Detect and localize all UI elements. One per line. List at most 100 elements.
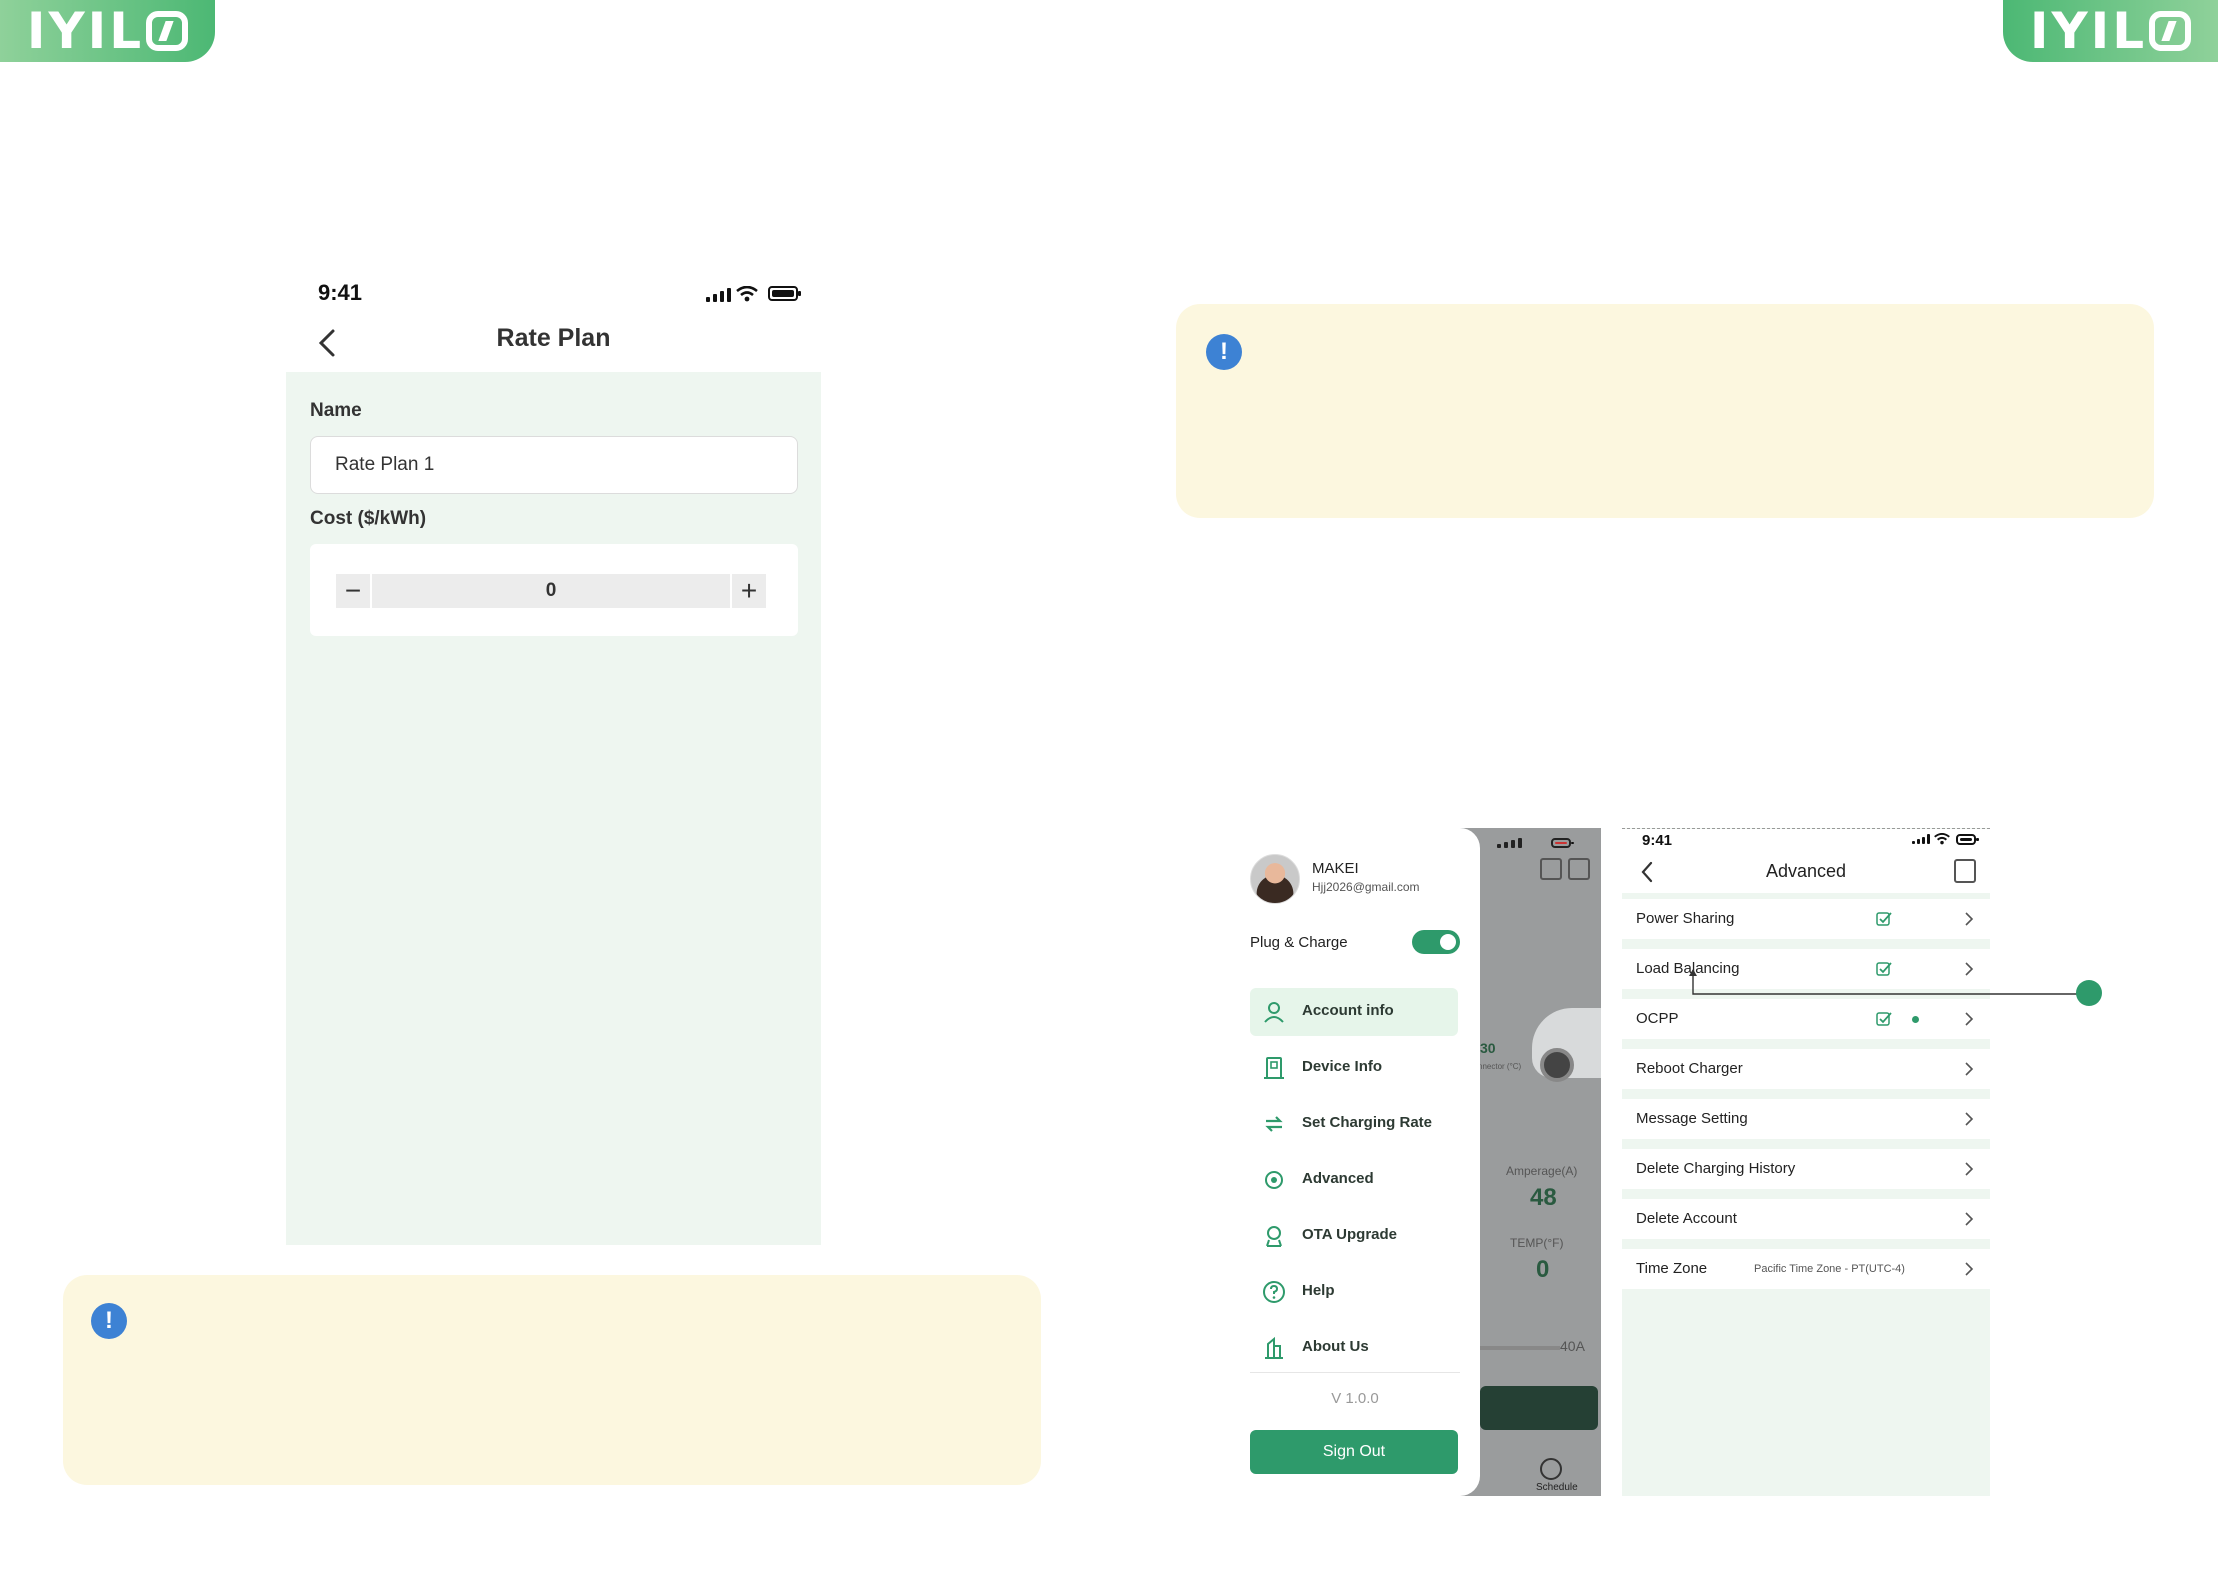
brand-logo-right: IYIL bbox=[2003, 0, 2218, 62]
cost-value[interactable]: 0 bbox=[374, 574, 728, 608]
adv-battery-icon bbox=[1956, 834, 1979, 845]
user-email: Hjj2026@gmail.com bbox=[1312, 880, 1420, 894]
plug-charge-toggle[interactable] bbox=[1412, 930, 1460, 954]
settings-row-label: Time Zone bbox=[1636, 1260, 1708, 1277]
menu-item-label: Account info bbox=[1302, 1002, 1394, 1019]
avatar[interactable] bbox=[1250, 854, 1300, 904]
rate-plan-form: Name Rate Plan 1 Cost ($/kWh) − 0 + bbox=[286, 372, 821, 1245]
settings-row-value: Pacific Time Zone - PT(UTC-4) bbox=[1754, 1263, 1905, 1275]
menu-item-device-info[interactable]: Device Info bbox=[1250, 1044, 1458, 1092]
exchange-icon bbox=[1265, 1116, 1283, 1132]
settings-row-label: Power Sharing bbox=[1636, 910, 1735, 927]
rate-plan-screen: 9:41 Rate Plan Name Rate Plan 1 Cost ($/… bbox=[286, 270, 821, 1245]
bg-signal-icon bbox=[1497, 838, 1522, 848]
settings-row-label: OCPP bbox=[1636, 1010, 1679, 1027]
increase-button[interactable]: + bbox=[730, 574, 766, 608]
charger-icon bbox=[1264, 1057, 1284, 1079]
decrease-button[interactable]: − bbox=[336, 574, 372, 608]
name-label: Name bbox=[310, 400, 362, 421]
user-name: MAKEI bbox=[1312, 860, 1359, 877]
settings-row-label: Reboot Charger bbox=[1636, 1060, 1743, 1077]
menu-item-label: Help bbox=[1302, 1282, 1335, 1299]
adv-wifi-icon bbox=[1934, 833, 1950, 845]
page-title: Rate Plan bbox=[496, 324, 611, 352]
logo-text-right: IYIL bbox=[2029, 2, 2148, 60]
app-version: V 1.0.0 bbox=[1331, 1390, 1379, 1407]
amperage-label: Amperage(A) bbox=[1506, 1164, 1578, 1178]
chevron-right-icon bbox=[1965, 1112, 1974, 1126]
device-icon[interactable] bbox=[1954, 859, 1976, 883]
menu-item-label: Set Charging Rate bbox=[1302, 1114, 1433, 1131]
settings-row[interactable]: Delete Charging History bbox=[1622, 1149, 1990, 1189]
menu-item-label: Advanced bbox=[1302, 1170, 1374, 1187]
menu-item-advanced[interactable]: Advanced bbox=[1250, 1156, 1458, 1204]
menu-item-account-info[interactable]: Account info bbox=[1250, 988, 1458, 1036]
note-box-left: ! bbox=[63, 1275, 1041, 1485]
info-icon-right: ! bbox=[1206, 334, 1242, 370]
temp-value: 0 bbox=[1536, 1256, 1550, 1283]
menu-item-label: OTA Upgrade bbox=[1302, 1226, 1398, 1243]
logo-bolt-icon bbox=[146, 11, 189, 51]
status-time: 9:41 bbox=[318, 280, 363, 305]
adv-status-time: 9:41 bbox=[1642, 832, 1673, 849]
help-icon bbox=[1263, 1281, 1285, 1303]
chevron-right-icon bbox=[1965, 1262, 1974, 1276]
adv-page-title: Advanced bbox=[1765, 861, 1847, 881]
menu-item-label: Device Info bbox=[1302, 1058, 1383, 1075]
bg-action-bar bbox=[1480, 1386, 1598, 1430]
upgrade-icon bbox=[1266, 1226, 1282, 1247]
cost-stepper: − 0 + bbox=[336, 574, 766, 608]
advanced-screen: 9:41 Advanced Power Sharing Load Balancin… bbox=[1622, 828, 1990, 1496]
checked-icon bbox=[1876, 1012, 1892, 1026]
amperage-value: 48 bbox=[1530, 1184, 1557, 1211]
checked-icon bbox=[1876, 912, 1892, 926]
logo-bolt-icon-right bbox=[2149, 11, 2192, 51]
settings-row[interactable]: OCPP bbox=[1622, 999, 1990, 1039]
chevron-right-icon bbox=[1965, 1012, 1974, 1026]
note-box-right: ! bbox=[1176, 304, 2154, 518]
info-icon: ! bbox=[91, 1303, 127, 1339]
brand-logo: IYIL bbox=[0, 0, 215, 62]
settings-row[interactable]: Message Setting bbox=[1622, 1099, 1990, 1139]
cost-box: − 0 + bbox=[310, 544, 798, 636]
adv-signal-icon bbox=[1912, 834, 1930, 844]
cost-label: Cost ($/kWh) bbox=[310, 508, 427, 529]
settings-row-label: Message Setting bbox=[1636, 1110, 1748, 1127]
menu-item-set-charging-rate[interactable]: Set Charging Rate bbox=[1250, 1100, 1458, 1148]
wifi-icon bbox=[736, 286, 758, 302]
chevron-right-icon bbox=[1965, 1162, 1974, 1176]
divider bbox=[1250, 1372, 1460, 1373]
settings-row-label: Delete Account bbox=[1636, 1210, 1737, 1227]
name-input[interactable]: Rate Plan 1 bbox=[310, 436, 798, 494]
menu-item-label: About Us bbox=[1302, 1338, 1369, 1355]
chevron-right-icon bbox=[1965, 1062, 1974, 1076]
side-drawer: MAKEI Hjj2026@gmail.com Plug & Charge Ac… bbox=[1210, 828, 1480, 1496]
callout-marker bbox=[2076, 980, 2102, 1006]
person-icon bbox=[1264, 1002, 1284, 1023]
settings-row[interactable]: Power Sharing bbox=[1622, 899, 1990, 939]
menu-item-help[interactable]: Help bbox=[1250, 1268, 1458, 1316]
advanced-icon bbox=[1265, 1171, 1283, 1189]
chevron-right-icon bbox=[1965, 1212, 1974, 1226]
bg-charger-icon bbox=[1540, 858, 1562, 880]
adv-header: Advanced bbox=[1622, 851, 1990, 893]
temp-label: TEMP(°F) bbox=[1510, 1236, 1564, 1250]
schedule-icon bbox=[1540, 1458, 1562, 1480]
bg-value-a: 30 bbox=[1480, 1040, 1496, 1056]
settings-row[interactable]: Time Zone Pacific Time Zone - PT(UTC-4) bbox=[1622, 1249, 1990, 1289]
settings-row[interactable]: Delete Account bbox=[1622, 1199, 1990, 1239]
settings-row[interactable]: Reboot Charger bbox=[1622, 1049, 1990, 1089]
menu-item-ota-upgrade[interactable]: OTA Upgrade bbox=[1250, 1212, 1458, 1260]
bg-slider-track bbox=[1480, 1346, 1560, 1350]
status-dot bbox=[1912, 1016, 1919, 1023]
max-amp-label: 40A bbox=[1560, 1338, 1585, 1354]
sign-out-button[interactable]: Sign Out bbox=[1250, 1430, 1458, 1474]
menu-item-about-us[interactable]: About Us bbox=[1250, 1324, 1458, 1372]
chevron-right-icon bbox=[1965, 912, 1974, 926]
callout-line bbox=[1689, 969, 2080, 995]
plug-charge-label: Plug & Charge bbox=[1250, 934, 1348, 951]
bg-bell-icon bbox=[1568, 858, 1590, 880]
bg-connector-text: nnector (°C) bbox=[1478, 1062, 1522, 1071]
logo-text: IYIL bbox=[26, 2, 145, 60]
status-bar: 9:41 bbox=[286, 270, 821, 316]
